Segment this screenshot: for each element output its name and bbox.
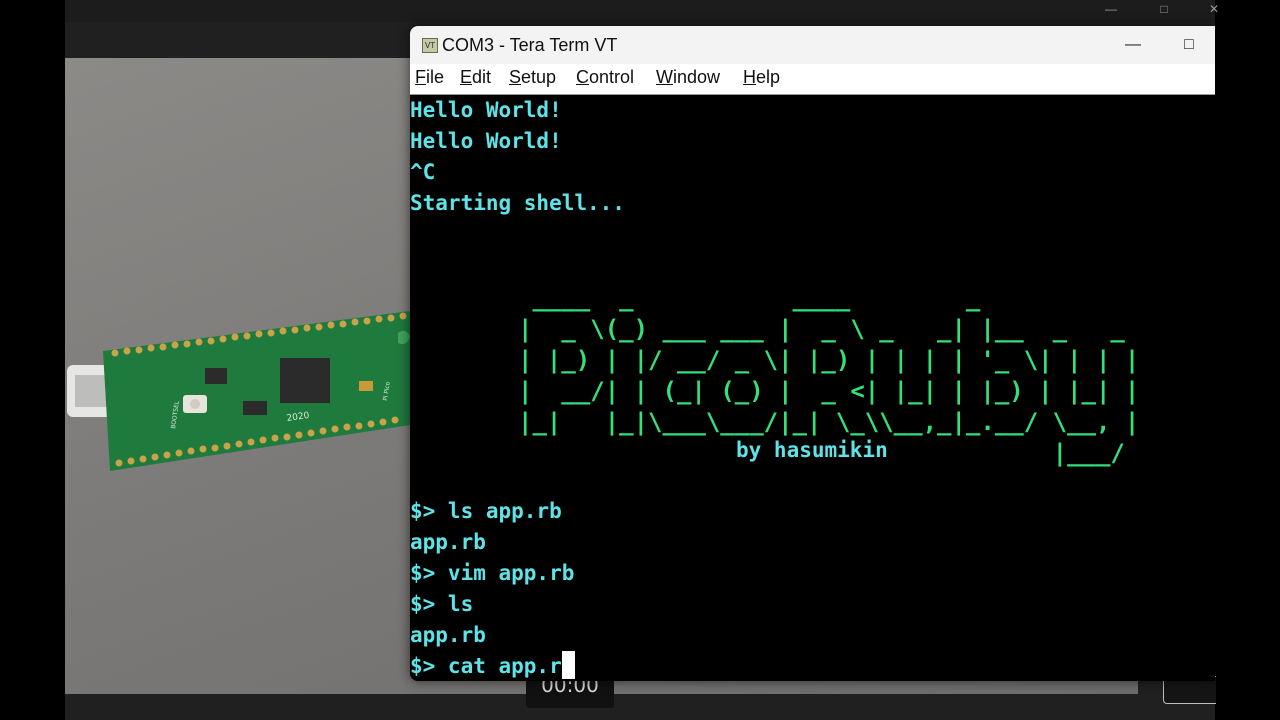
menu-edit[interactable]: Edit <box>460 67 491 88</box>
prompt-line[interactable]: $> cat app.r <box>410 651 575 681</box>
output-line: Starting shell... <box>410 191 625 215</box>
menu-window[interactable]: Window <box>656 67 720 88</box>
output-line: ^C <box>410 160 436 184</box>
menu-help[interactable]: Help <box>743 67 780 88</box>
rp2040-chip <box>280 358 330 403</box>
viewer-close-icon[interactable]: ✕ <box>1200 0 1228 18</box>
output-line: Hello World! <box>410 98 562 122</box>
session-line: app.rb <box>410 530 486 554</box>
tera-term-window[interactable]: VT COM3 - Tera Term VT — □ File Edit Set… <box>410 26 1215 681</box>
minimize-icon[interactable]: — <box>1110 30 1156 60</box>
viewer-minimize-icon[interactable]: — <box>1097 0 1125 18</box>
viewer-titlebar: — □ ✕ <box>65 0 1219 22</box>
session-line: $> ls app.rb <box>410 499 562 523</box>
tera-term-titlebar[interactable]: VT COM3 - Tera Term VT — □ <box>410 26 1215 64</box>
window-title: COM3 - Tera Term VT <box>442 35 618 55</box>
menu-setup[interactable]: Setup <box>509 67 556 88</box>
tera-term-app-icon: VT <box>422 38 438 53</box>
raspberry-pi-pico-board: 2020 BOOTSEL Pi Pico <box>67 311 410 471</box>
session-line: $> vim app.rb <box>410 561 575 585</box>
text-cursor <box>561 651 575 679</box>
flash-chip <box>243 401 267 415</box>
maximize-icon[interactable]: □ <box>1166 30 1212 60</box>
menu-bar: File Edit Setup Control Window Help <box>410 64 1215 95</box>
viewer-maximize-icon[interactable]: □ <box>1150 0 1178 18</box>
banner-byline: by hasumikin <box>736 438 888 462</box>
session-line: app.rb <box>410 623 486 647</box>
current-input: $> cat app.r <box>410 654 562 678</box>
session-line: $> ls <box>410 592 474 616</box>
menu-file[interactable]: File <box>415 67 444 88</box>
menu-control[interactable]: Control <box>576 67 634 88</box>
small-chip <box>205 368 227 384</box>
terminal-screen[interactable]: Hello World! Hello World! ^C Starting sh… <box>410 95 1215 681</box>
output-line: Hello World! <box>410 129 562 153</box>
